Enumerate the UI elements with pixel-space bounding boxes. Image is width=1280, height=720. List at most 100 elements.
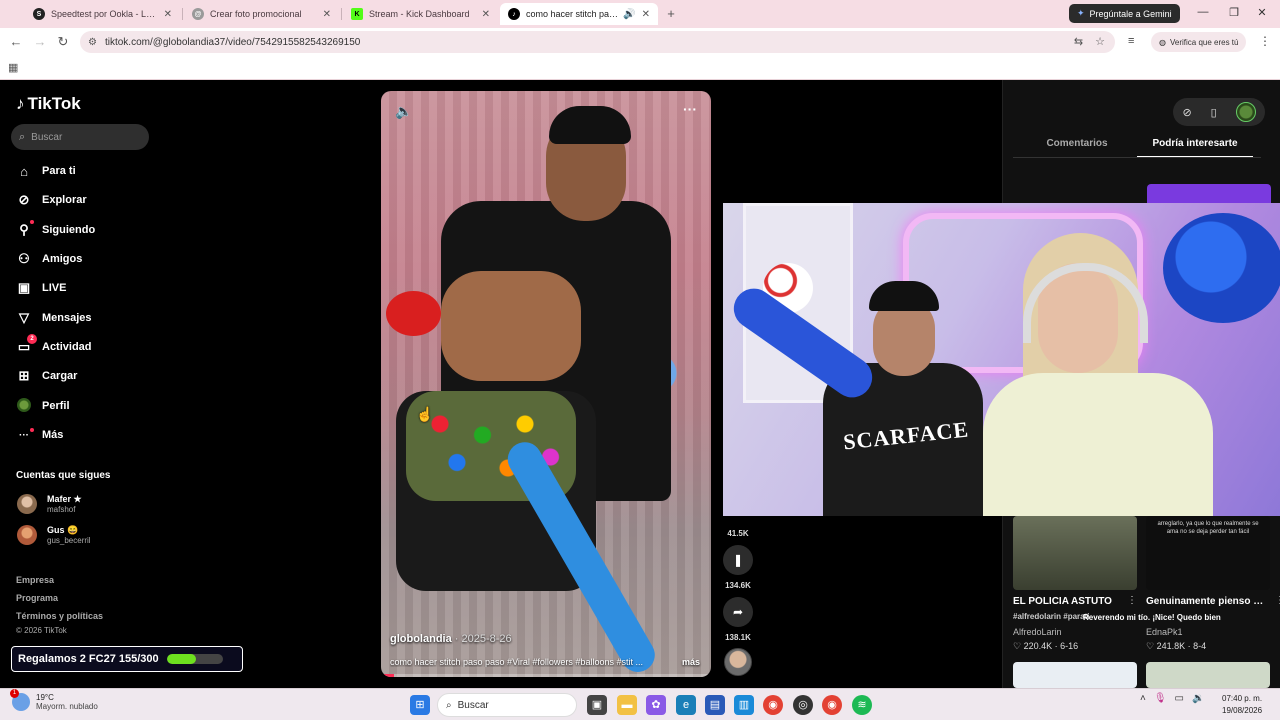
translate-icon[interactable]: ⇆ (1074, 35, 1083, 48)
file-explorer-icon[interactable]: ▬ (617, 695, 637, 715)
promo-text: Regalamos 2 FC27 155/300 (18, 653, 159, 665)
video-progress-fill (381, 674, 395, 677)
microphone-icon[interactable]: 🎙 (1154, 693, 1167, 704)
video-card-title[interactable]: Genuinamente pienso que merezco (1146, 596, 1266, 607)
nav-mas[interactable]: ··· Más (16, 425, 63, 445)
close-icon[interactable]: ✕ (323, 9, 331, 20)
nav-explorar[interactable]: ⊘ Explorar (16, 190, 87, 210)
author-name[interactable]: globolandia (390, 633, 452, 645)
sound-avatar[interactable] (724, 648, 752, 676)
gemini-button[interactable]: ✦ Pregúntale a Gemini (1069, 4, 1180, 23)
edge-icon[interactable]: e (676, 695, 696, 715)
user-avatar[interactable] (1235, 102, 1256, 122)
share-button[interactable]: ➦ (723, 597, 753, 627)
caption-more-button[interactable]: más (682, 657, 700, 667)
tab-tiktok-active[interactable]: ♪ como hacer stitch paso pas 🔊 ✕ (500, 3, 658, 25)
browser-menu-icon[interactable]: ⋮ (1259, 34, 1271, 48)
weather-temp: 19°C (36, 693, 54, 702)
volume-icon[interactable]: 🔉 (1192, 693, 1204, 704)
search-input[interactable] (31, 131, 132, 143)
device-icon[interactable]: ▯ (1211, 106, 1217, 119)
video-player[interactable]: 🔈 ··· globolandia · 2025-8-26 como hacer… (381, 91, 711, 677)
forward-button[interactable]: → (32, 35, 48, 49)
video-card-thumbnail[interactable]: arreglarlo, ya que lo que realmente se a… (1146, 516, 1270, 590)
tab-label: Speedtest por Ookla - La prueba de (51, 9, 158, 19)
video-card-author[interactable]: AlfredoLarin (1013, 627, 1062, 637)
nav-live[interactable]: ▣ LIVE (16, 278, 67, 298)
speaker-icon[interactable]: 🔊 (623, 9, 635, 20)
nav-siguiendo[interactable]: ⚲ Siguiendo (16, 220, 95, 240)
nav-perfil[interactable]: Perfil (16, 396, 70, 416)
reading-list-icon[interactable]: ≡ (1128, 35, 1134, 47)
promo-banner[interactable]: Regalamos 2 FC27 155/300 (11, 646, 243, 672)
restore-button[interactable]: ❐ (1224, 6, 1244, 19)
card-more-icon[interactable]: ⋮ (1127, 595, 1137, 606)
search-box[interactable]: ⌕ (11, 124, 149, 150)
share-icon: ➦ (732, 605, 744, 619)
card-more-icon[interactable]: ⋮ (1275, 595, 1280, 606)
task-view-icon[interactable]: ▣ (587, 695, 607, 715)
video-card-thumbnail[interactable] (1013, 516, 1137, 590)
tiktok-logo[interactable]: ♪ TikTok (16, 94, 81, 114)
footer-link-terminos[interactable]: Términos y políticas (16, 611, 103, 621)
promo-progress-bar (166, 654, 223, 664)
footer-link-programa[interactable]: Programa (16, 593, 58, 603)
omnibox[interactable]: ⚙ tiktok.com/@globolandia37/video/754291… (80, 31, 1115, 53)
video-author[interactable]: globolandia · 2025-8-26 (390, 633, 512, 645)
window-close-button[interactable]: ✕ (1252, 6, 1272, 19)
video-card-thumbnail[interactable] (1146, 662, 1270, 688)
minimize-button[interactable]: — (1193, 6, 1213, 18)
video-card-title[interactable]: EL POLICIA ASTUTO (1013, 596, 1125, 607)
video-card-author[interactable]: EdnaPk1 (1146, 627, 1183, 637)
windows-start-icon[interactable]: ⊞ (410, 695, 430, 715)
site-info-icon[interactable]: ⚙ (88, 37, 97, 48)
footer-link-empresa[interactable]: Empresa (16, 575, 54, 585)
close-icon[interactable]: ✕ (164, 9, 172, 20)
reload-button[interactable]: ↻ (55, 35, 71, 49)
bookmark-button[interactable]: ❚ (723, 545, 753, 575)
nav-actividad[interactable]: ▭ 2 Actividad (16, 334, 92, 357)
url-text[interactable]: tiktok.com/@globolandia37/video/75429155… (105, 37, 360, 48)
taskbar-search[interactable]: ⌕ Buscar (437, 693, 577, 717)
video-more-icon[interactable]: ··· (683, 101, 697, 117)
account-handle: gus_becerril (47, 536, 91, 545)
compass-icon[interactable]: ⊘ (1182, 106, 1191, 119)
tab-podria-interesarte[interactable]: Podría interesarte (1137, 138, 1253, 158)
close-icon[interactable]: ✕ (482, 9, 490, 20)
chrome-active-icon[interactable]: ◉ (822, 695, 842, 715)
close-icon[interactable]: ✕ (642, 9, 650, 20)
nav-para-ti[interactable]: ⌂ Para ti (16, 161, 76, 181)
copilot-icon[interactable]: ✿ (646, 695, 666, 715)
tab-kick[interactable]: K Stream - Kick Dashboard ✕ (343, 3, 498, 25)
browser-tab-bar: S Speedtest por Ookla - La prueba de ✕ @… (0, 0, 1280, 28)
nav-amigos[interactable]: ⚇ Amigos (16, 249, 82, 269)
tab-speedtest[interactable]: S Speedtest por Ookla - La prueba de ✕ (25, 3, 180, 25)
app-icon[interactable]: ▥ (734, 695, 754, 715)
apps-grid-icon[interactable]: ▦ (8, 61, 18, 74)
chevron-up-icon[interactable]: ˄ (1140, 693, 1146, 704)
chrome-icon[interactable]: ◉ (763, 695, 783, 715)
nav-mensajes[interactable]: ▽ Mensajes (16, 308, 92, 328)
store-icon[interactable]: ▤ (705, 695, 725, 715)
following-account-mafer[interactable]: Mafer ★ mafshof (17, 492, 82, 516)
tab-comentarios[interactable]: Comentarios (1019, 138, 1135, 156)
copyright-text: © 2026 TikTok (16, 626, 67, 635)
share-count: 138.1K (725, 633, 751, 642)
spotify-icon[interactable]: ≋ (852, 695, 872, 715)
following-account-gus[interactable]: Gus 😄 gus_becerril (17, 523, 91, 547)
tab-crear-foto[interactable]: @ Crear foto promocional ✕ (184, 3, 339, 25)
verify-chip[interactable]: ◍ Verifica que eres tú (1151, 32, 1247, 52)
compass-icon: ⊘ (18, 192, 30, 207)
stream-overlay-video[interactable]: SCARFACE (723, 203, 1280, 516)
bookmark-star-icon[interactable]: ☆ (1095, 35, 1105, 48)
nav-cargar[interactable]: ⊞ Cargar (16, 366, 78, 386)
network-icon[interactable]: ▭ (1175, 693, 1184, 704)
back-button[interactable]: ← (8, 35, 24, 49)
obs-icon[interactable]: ◎ (793, 695, 813, 715)
new-tab-button[interactable]: + (663, 6, 679, 22)
clock[interactable]: 07:40 p. m. 19/08/2026 (1222, 693, 1262, 717)
video-card-thumbnail[interactable] (1013, 662, 1137, 688)
weather-widget[interactable]: 1 19°C Mayorm. nublado (10, 689, 98, 711)
video-progress-bar[interactable] (381, 674, 711, 677)
volume-icon[interactable]: 🔈 (395, 103, 412, 120)
